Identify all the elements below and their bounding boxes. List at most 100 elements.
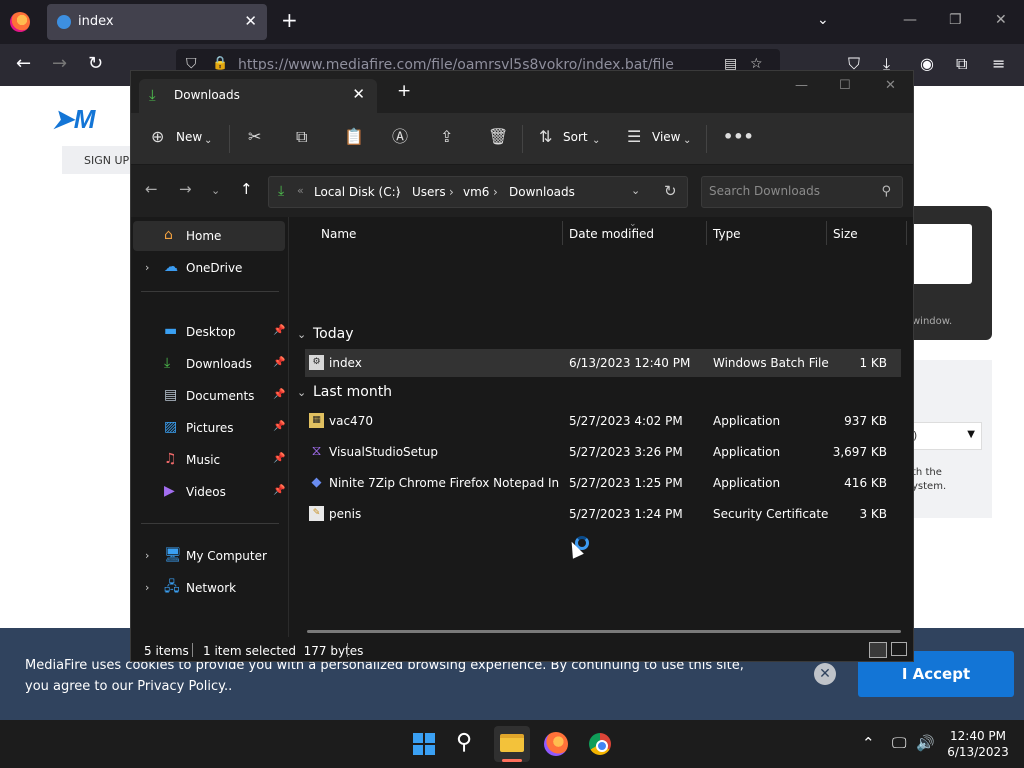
browser-new-tab-icon[interactable]: + — [281, 10, 298, 30]
explorer-new-tab-icon[interactable]: + — [397, 83, 411, 100]
pin-icon[interactable]: 📌 — [273, 357, 285, 368]
group-header-last-month[interactable]: ⌄ Last month — [297, 384, 392, 400]
breadcrumb-separator-icon[interactable]: › — [493, 185, 498, 199]
breadcrumb-local-disk[interactable]: Local Disk (C:) — [314, 185, 400, 199]
explorer-tab-close-icon[interactable]: ✕ — [352, 85, 365, 103]
taskbar-file-explorer[interactable] — [494, 726, 530, 762]
view-chevron-icon[interactable]: ⌄ — [683, 132, 691, 150]
column-header-date[interactable]: Date modified — [569, 227, 654, 241]
taskbar-search-button[interactable]: ⚲ — [450, 726, 486, 762]
explorer-tab[interactable]: ⤓ Downloads ✕ — [139, 79, 377, 113]
breadcrumb-separator-icon[interactable]: › — [396, 185, 401, 199]
taskbar-chrome[interactable] — [582, 726, 618, 762]
sidebar-item-pictures[interactable]: ▨ Pictures 📌 — [133, 413, 285, 443]
lock-icon[interactable]: 🔒 — [212, 56, 228, 71]
column-header-type[interactable]: Type — [713, 227, 741, 241]
explorer-back-icon[interactable]: ← — [145, 181, 158, 197]
expand-chevron-icon[interactable]: › — [145, 261, 149, 274]
file-row[interactable]: ▦ vac470 5/27/2023 4:02 PM Application 9… — [305, 407, 901, 435]
group-header-today[interactable]: ⌄ Today — [297, 326, 354, 342]
start-button[interactable] — [406, 726, 442, 762]
reload-icon[interactable]: ↻ — [88, 54, 103, 74]
tiles-view-icon[interactable] — [891, 642, 907, 656]
column-header-name[interactable]: Name — [321, 227, 356, 241]
share-icon[interactable]: ⇪ — [440, 128, 453, 146]
more-options-icon[interactable]: ••• — [723, 128, 754, 146]
paste-icon[interactable]: 📋 — [344, 128, 364, 146]
taskbar-firefox[interactable] — [538, 726, 574, 762]
menu-hamburger-icon[interactable]: ≡ — [992, 54, 1005, 73]
file-row[interactable]: ⚙ index 6/13/2023 12:40 PM Windows Batch… — [305, 349, 901, 377]
browser-minimize-icon[interactable]: — — [903, 12, 917, 28]
search-box[interactable]: ⚲ — [701, 176, 903, 208]
signup-button[interactable]: SIGN UP — [62, 146, 132, 174]
sidebar-item-network[interactable]: › 🖧 Network — [133, 573, 285, 603]
address-overflow-icon[interactable]: « — [297, 184, 304, 197]
breadcrumb-downloads[interactable]: Downloads — [509, 185, 575, 199]
breadcrumb-separator-icon[interactable]: › — [449, 185, 454, 199]
breadcrumb-users[interactable]: Users — [412, 185, 446, 199]
up-arrow-icon[interactable]: ↑ — [240, 181, 253, 197]
new-plus-icon[interactable]: ⊕ — [151, 128, 164, 146]
clock-date[interactable]: 6/13/2023 — [946, 745, 1010, 759]
pin-icon[interactable]: 📌 — [273, 421, 285, 432]
collapse-chevron-icon[interactable]: ⌄ — [297, 386, 313, 399]
cookie-close-icon[interactable]: ✕ — [814, 663, 836, 685]
column-separator[interactable] — [906, 221, 907, 245]
extensions-icon[interactable]: ⧉ — [956, 54, 967, 74]
sort-icon[interactable]: ⇅ — [539, 128, 552, 146]
browser-tab-close-icon[interactable]: ✕ — [244, 12, 257, 30]
mediafire-logo[interactable]: ➤M — [52, 104, 95, 135]
address-bar[interactable]: ⤓ « Local Disk (C:) › Users › vm6 › Down… — [268, 176, 688, 208]
search-input[interactable] — [709, 184, 869, 198]
sidebar-item-documents[interactable]: ▤ Documents 📌 — [133, 381, 285, 411]
sidebar-item-desktop[interactable]: ▬ Desktop 📌 — [133, 317, 285, 347]
expand-chevron-icon[interactable]: › — [145, 581, 149, 594]
sidebar-item-my-computer[interactable]: › 🖥 My Computer — [133, 541, 285, 571]
back-arrow-icon[interactable]: ← — [16, 54, 31, 74]
pin-icon[interactable]: 📌 — [273, 453, 285, 464]
clock-time[interactable]: 12:40 PM — [946, 729, 1010, 743]
file-row[interactable]: ✎ penis 5/27/2023 1:24 PM Security Certi… — [305, 500, 901, 528]
sort-chevron-icon[interactable]: ⌄ — [592, 132, 600, 150]
expand-chevron-icon[interactable]: › — [145, 549, 149, 562]
explorer-forward-icon[interactable]: → — [179, 181, 192, 197]
file-row[interactable]: ◆ Ninite 7Zip Chrome Firefox Notepad Ins… — [305, 469, 901, 497]
delete-trash-icon[interactable]: 🗑 — [488, 128, 508, 146]
breadcrumb-vm6[interactable]: vm6 — [463, 185, 489, 199]
browser-close-icon[interactable]: ✕ — [995, 12, 1007, 28]
cut-icon[interactable]: ✂ — [248, 128, 261, 146]
recent-locations-chevron-icon[interactable]: ⌄ — [211, 183, 220, 199]
horizontal-scrollbar[interactable] — [307, 630, 901, 633]
view-button[interactable]: View — [652, 130, 680, 144]
sort-button[interactable]: Sort — [563, 130, 588, 144]
firefox-logo-icon[interactable] — [10, 12, 30, 32]
pin-icon[interactable]: 📌 — [273, 485, 285, 496]
collapse-chevron-icon[interactable]: ⌄ — [297, 328, 313, 341]
volume-icon[interactable]: 🔊 — [916, 734, 935, 752]
rename-icon[interactable]: Ⓐ — [392, 128, 408, 146]
file-row[interactable]: ⧖ VisualStudioSetup 5/27/2023 3:26 PM Ap… — [305, 438, 901, 466]
new-chevron-icon[interactable]: ⌄ — [204, 132, 212, 150]
sidebar-item-videos[interactable]: ▶ Videos 📌 — [133, 477, 285, 507]
new-button[interactable]: New — [176, 130, 202, 144]
browser-restore-icon[interactable]: ❐ — [949, 12, 962, 28]
os-select-dropdown[interactable]: ) ▼ — [912, 422, 982, 450]
column-separator[interactable] — [826, 221, 827, 245]
explorer-minimize-icon[interactable]: — — [795, 78, 808, 93]
pin-icon[interactable]: 📌 — [273, 325, 285, 336]
view-icon[interactable]: ☰ — [627, 128, 641, 146]
sidebar-item-onedrive[interactable]: › ☁ OneDrive — [133, 253, 285, 283]
sidebar-item-home[interactable]: ⌂ Home — [133, 221, 285, 251]
column-separator[interactable] — [706, 221, 707, 245]
pin-icon[interactable]: 📌 — [273, 389, 285, 400]
search-icon[interactable]: ⚲ — [881, 184, 891, 199]
tray-overflow-chevron-icon[interactable]: ⌃ — [862, 734, 875, 752]
address-dropdown-icon[interactable]: ⌄ — [631, 184, 640, 197]
sidebar-item-downloads[interactable]: ⤓ Downloads 📌 — [133, 349, 285, 379]
column-separator[interactable] — [562, 221, 563, 245]
column-header-size[interactable]: Size — [833, 227, 858, 241]
sidebar-item-music[interactable]: ♫ Music 📌 — [133, 445, 285, 475]
browser-tab-list-chevron-icon[interactable]: ⌄ — [817, 12, 829, 28]
refresh-icon[interactable]: ↻ — [664, 182, 677, 200]
